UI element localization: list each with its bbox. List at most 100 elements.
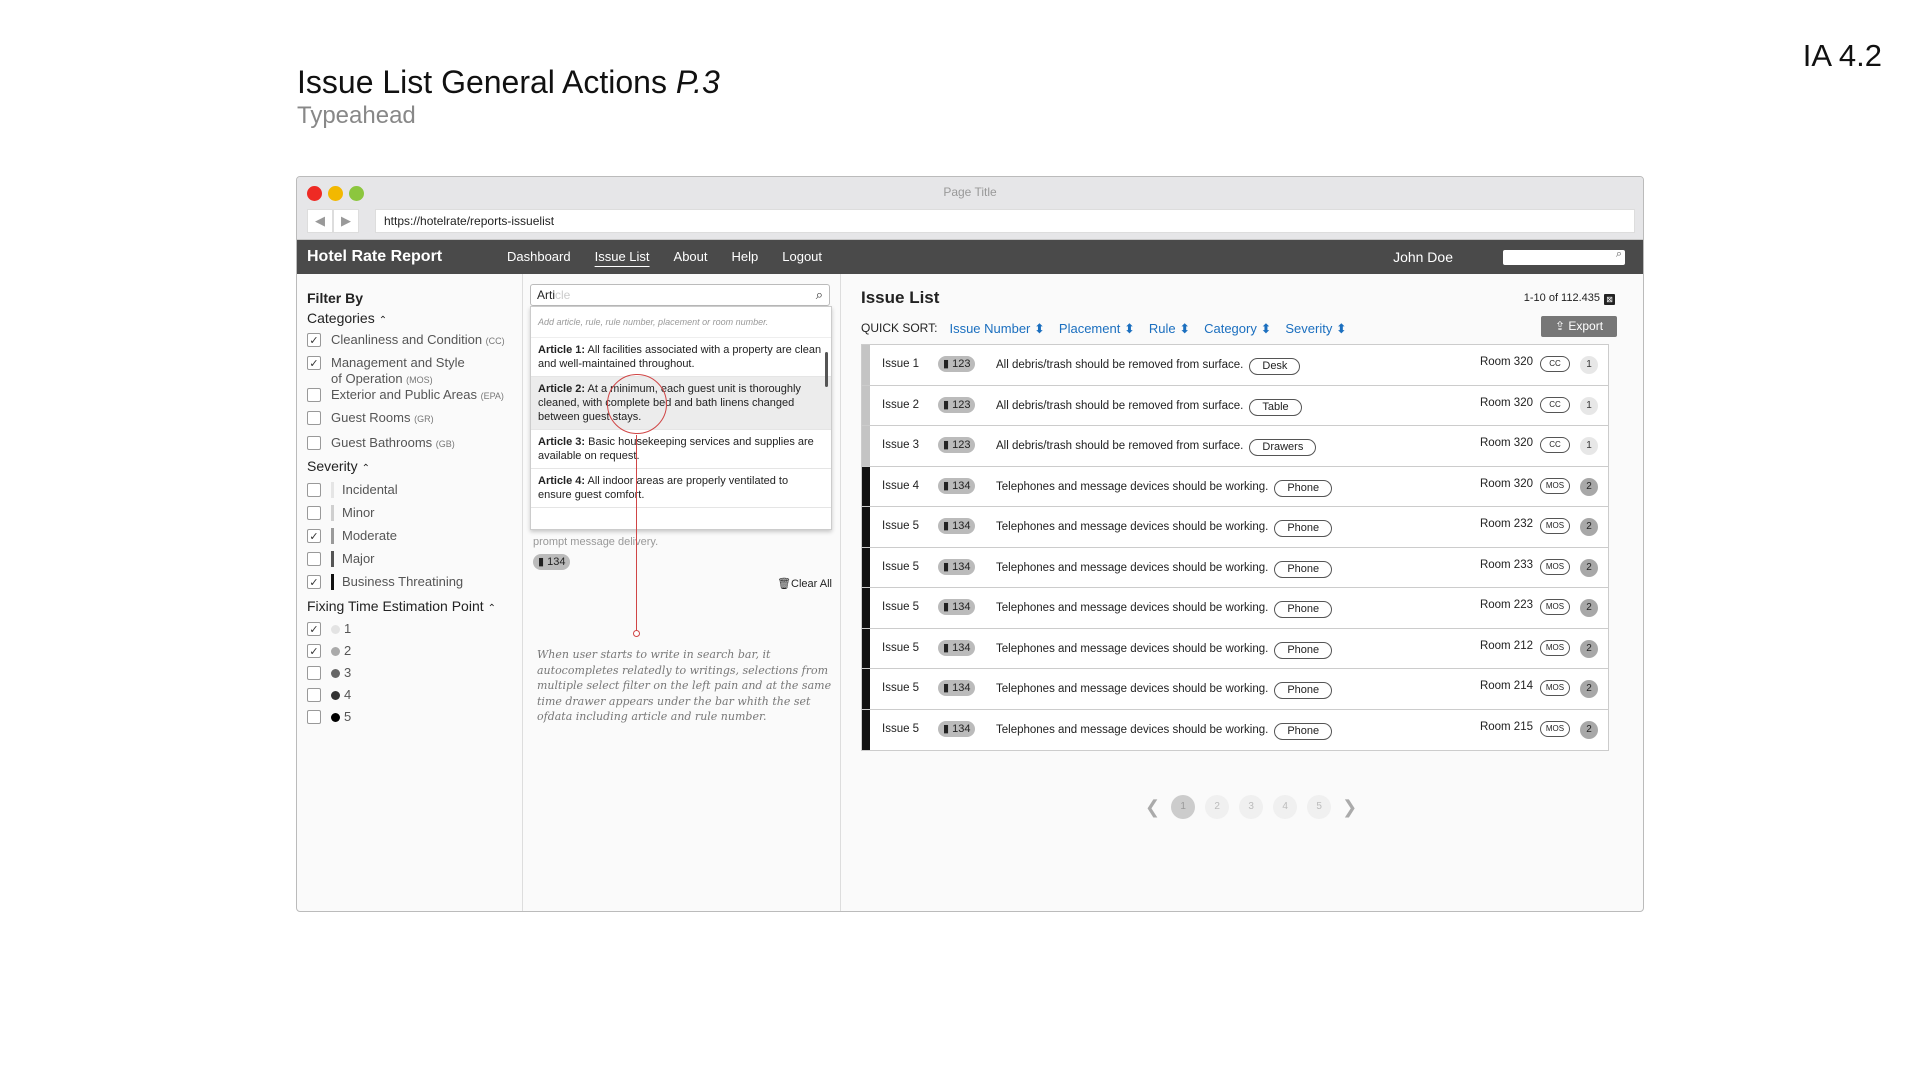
rule-number-badge[interactable]: ▮ 134 xyxy=(938,599,976,615)
forward-arrow-icon[interactable]: ▶ xyxy=(333,209,359,233)
page-button[interactable]: 5 xyxy=(1307,795,1332,819)
checkbox[interactable] xyxy=(307,506,321,520)
app-brand[interactable]: Hotel Rate Report xyxy=(307,248,442,266)
issue-id[interactable]: Issue 1 xyxy=(882,358,919,370)
menu-item-issue-list[interactable]: Issue List xyxy=(595,240,650,274)
fixing-point-4[interactable]: 4 xyxy=(307,687,351,702)
categories-toggle[interactable]: Categories ⌃ xyxy=(307,310,387,326)
fixing-point-1[interactable]: ✓ 1 xyxy=(307,621,351,636)
rule-number-badge[interactable]: ▮ 134 xyxy=(938,680,976,696)
rule-number-badge[interactable]: ▮ 134 xyxy=(938,477,976,494)
placement-pill[interactable]: Drawers xyxy=(1249,439,1317,456)
header-search-input[interactable]: ⌕ xyxy=(1503,248,1625,265)
checkbox[interactable] xyxy=(307,436,321,450)
placement-pill[interactable]: Phone xyxy=(1274,479,1333,497)
category-tag[interactable]: MOS xyxy=(1540,680,1570,696)
fixing-point-5[interactable]: 5 xyxy=(307,709,351,724)
placement-pill[interactable]: Phone xyxy=(1274,520,1333,537)
suggestion-item[interactable]: Article 2: At a minimum, each guest unit… xyxy=(531,377,831,430)
pagination-toggle-icon[interactable]: ⊠ xyxy=(1604,294,1615,305)
rule-number-badge[interactable]: ▮ 134 xyxy=(938,558,976,575)
severity-minor[interactable]: Minor xyxy=(307,505,375,521)
placement-pill[interactable]: Phone xyxy=(1274,682,1333,699)
issue-id[interactable]: Issue 2 xyxy=(882,399,919,411)
category-mos[interactable]: ✓ Management and Style of Operation (MOS) xyxy=(307,355,465,388)
issue-row[interactable]: Issue 2 ▮ 123 All debris/trash should be r… xyxy=(862,385,1608,426)
issue-id[interactable]: Issue 5 xyxy=(882,723,919,735)
back-arrow-icon[interactable]: ◀ xyxy=(307,209,333,233)
issue-row[interactable]: Issue 5 ▮ 134 Telephones and message devic… xyxy=(862,628,1608,669)
checkbox[interactable] xyxy=(307,552,321,566)
issue-id[interactable]: Issue 5 xyxy=(882,642,919,654)
placement-pill[interactable]: Phone xyxy=(1274,722,1333,740)
menu-item-about[interactable]: About xyxy=(674,240,708,274)
category-tag[interactable]: MOS xyxy=(1540,599,1570,615)
search-icon[interactable]: ⌕ xyxy=(816,285,823,305)
suggestion-item[interactable]: Article 4: All indoor areas are properly… xyxy=(531,469,831,508)
sort-placement[interactable]: Placement ⬍ xyxy=(1059,321,1135,337)
next-page-icon[interactable]: ❯ xyxy=(1342,797,1357,818)
checkbox[interactable] xyxy=(307,710,321,724)
severity-toggle[interactable]: Severity ⌃ xyxy=(307,458,370,474)
page-button[interactable]: 4 xyxy=(1273,795,1298,819)
issue-row[interactable]: Issue 5 ▮ 134 Telephones and message devic… xyxy=(862,709,1608,750)
issue-id[interactable]: Issue 4 xyxy=(882,480,919,492)
issue-id[interactable]: Issue 3 xyxy=(882,439,919,451)
suggestion-item[interactable]: Article 1: All facilities associated wit… xyxy=(531,338,831,377)
rule-number-badge[interactable]: ▮ 123 xyxy=(938,437,976,453)
checkbox[interactable] xyxy=(307,688,321,702)
page-button[interactable]: 1 xyxy=(1171,795,1196,819)
category-tag[interactable]: MOS xyxy=(1540,639,1570,656)
clear-all-button[interactable]: 🗑Clear All xyxy=(777,577,832,590)
category-cc[interactable]: ✓ Cleanliness and Condition (CC) xyxy=(307,332,505,347)
placement-pill[interactable]: Desk xyxy=(1249,358,1301,375)
sort-severity[interactable]: Severity ⬍ xyxy=(1285,321,1346,337)
placement-pill[interactable]: Phone xyxy=(1274,601,1333,618)
category-tag[interactable]: MOS xyxy=(1540,477,1570,494)
severity-major[interactable]: Major xyxy=(307,551,375,567)
issue-id[interactable]: Issue 5 xyxy=(882,520,919,532)
rule-number-badge[interactable]: ▮ 123 xyxy=(938,396,976,413)
checkbox[interactable]: ✓ xyxy=(307,622,321,636)
suggestion-item[interactable]: Article 3: Basic housekeeping services a… xyxy=(531,430,831,469)
category-tag[interactable]: CC xyxy=(1540,356,1570,372)
checkbox[interactable] xyxy=(307,483,321,497)
rule-number-badge[interactable]: ▮ 134 xyxy=(938,518,976,534)
fixing-point-3[interactable]: 3 xyxy=(307,665,351,680)
issue-row[interactable]: Issue 1 ▮ 123 All debris/trash should be r… xyxy=(862,345,1608,386)
checkbox[interactable]: ✓ xyxy=(307,333,321,347)
menu-item-logout[interactable]: Logout xyxy=(782,240,822,274)
issue-row[interactable]: Issue 4 ▮ 134 Telephones and message devic… xyxy=(862,466,1608,507)
category-tag[interactable]: MOS xyxy=(1540,558,1570,575)
checkbox[interactable]: ✓ xyxy=(307,644,321,658)
issue-id[interactable]: Issue 5 xyxy=(882,682,919,694)
issue-row[interactable]: Issue 5 ▮ 134 Telephones and message devic… xyxy=(862,669,1608,710)
checkbox[interactable]: ✓ xyxy=(307,529,321,543)
category-tag[interactable]: CC xyxy=(1540,396,1570,413)
export-button[interactable]: ⇪ Export xyxy=(1541,316,1617,337)
typeahead-search-input[interactable]: Article ⌕ xyxy=(530,284,830,306)
checkbox[interactable] xyxy=(307,388,321,402)
page-button[interactable]: 3 xyxy=(1239,795,1264,819)
category-tag[interactable]: CC xyxy=(1540,437,1570,453)
issue-id[interactable]: Issue 5 xyxy=(882,601,919,613)
page-button[interactable]: 2 xyxy=(1205,795,1230,819)
category-gr[interactable]: Guest Rooms (GR) xyxy=(307,410,434,425)
category-gb[interactable]: Guest Bathrooms (GB) xyxy=(307,435,455,450)
rule-number-badge[interactable]: ▮ 134 xyxy=(938,720,976,737)
prev-page-icon[interactable]: ❮ xyxy=(1145,797,1160,818)
issue-row[interactable]: Issue 5 ▮ 134 Telephones and message devic… xyxy=(862,547,1608,588)
menu-item-dashboard[interactable]: Dashboard xyxy=(507,240,571,274)
menu-item-help[interactable]: Help xyxy=(732,240,759,274)
sort-category[interactable]: Category ⬍ xyxy=(1204,321,1271,337)
search-icon[interactable]: ⌕ xyxy=(1616,248,1622,261)
placement-pill[interactable]: Phone xyxy=(1274,641,1333,659)
category-tag[interactable]: MOS xyxy=(1540,518,1570,534)
checkbox[interactable] xyxy=(307,666,321,680)
rule-number-badge[interactable]: ▮ 134 xyxy=(533,554,571,570)
sort-rule[interactable]: Rule ⬍ xyxy=(1149,321,1190,337)
rule-number-badge[interactable]: ▮ 134 xyxy=(938,639,976,656)
checkbox[interactable] xyxy=(307,411,321,425)
category-epa[interactable]: Exterior and Public Areas (EPA) xyxy=(307,387,504,402)
checkbox[interactable]: ✓ xyxy=(307,575,321,589)
